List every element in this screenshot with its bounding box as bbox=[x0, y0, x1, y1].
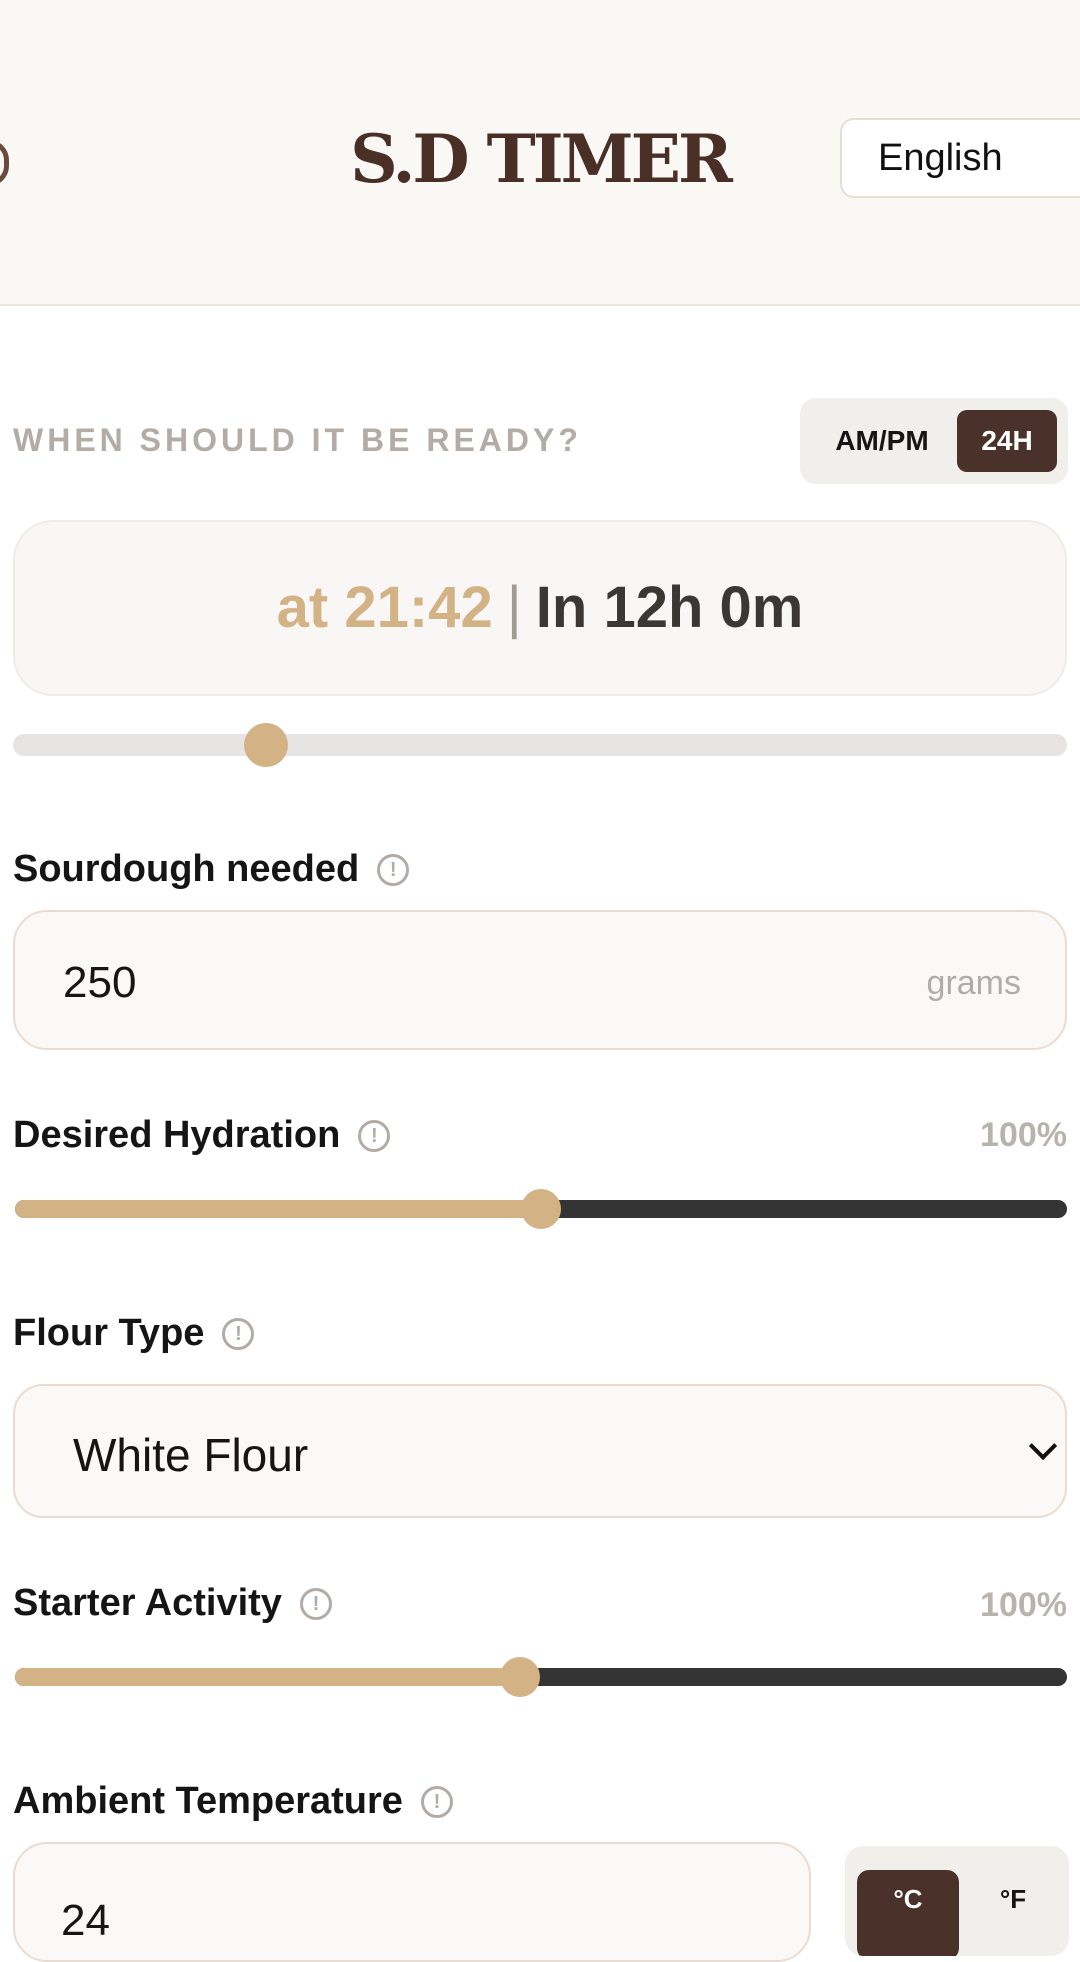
hydration-value: 100% bbox=[980, 1116, 1067, 1154]
hydration-label: Desired Hydration ! bbox=[13, 1114, 391, 1157]
starter-slider[interactable] bbox=[15, 1657, 1067, 1697]
temperature-label-text: Ambient Temperature bbox=[13, 1780, 403, 1822]
starter-slider-fill bbox=[15, 1668, 520, 1686]
ready-in-duration: In 12h 0m bbox=[535, 575, 804, 640]
info-icon[interactable]: ! bbox=[377, 853, 410, 886]
flour-type-select[interactable]: White Flour bbox=[13, 1384, 1067, 1518]
info-icon[interactable]: ! bbox=[420, 1785, 453, 1818]
starter-value: 100% bbox=[980, 1586, 1067, 1624]
temperature-input[interactable]: 24 bbox=[13, 1842, 811, 1962]
starter-label-text: Starter Activity bbox=[13, 1582, 282, 1624]
hydration-slider-thumb[interactable] bbox=[521, 1189, 561, 1229]
flour-label: Flour Type ! bbox=[13, 1312, 255, 1355]
temperature-value: 24 bbox=[61, 1896, 110, 1945]
ready-at-time: at 21:42 bbox=[276, 575, 493, 640]
hydration-slider[interactable] bbox=[15, 1189, 1067, 1229]
starter-label: Starter Activity ! bbox=[13, 1582, 332, 1625]
sourdough-value: 250 bbox=[63, 958, 137, 1007]
hydration-slider-fill bbox=[15, 1200, 541, 1218]
time-separator: | bbox=[506, 575, 522, 640]
app-header: S.D TIMER English bbox=[0, 0, 1080, 306]
app-logo: S.D TIMER bbox=[350, 120, 733, 198]
temperature-unit-toggle: °C °F bbox=[845, 1846, 1069, 1956]
ready-time-slider[interactable] bbox=[13, 723, 1067, 767]
sourdough-label-text: Sourdough needed bbox=[13, 848, 360, 890]
time-format-toggle: AM/PM 24H bbox=[800, 398, 1068, 484]
ready-time-slider-thumb[interactable] bbox=[243, 723, 288, 767]
flour-label-text: Flour Type bbox=[13, 1312, 205, 1354]
celsius-option[interactable]: °C bbox=[857, 1870, 959, 1956]
info-icon[interactable]: ! bbox=[358, 1119, 391, 1152]
ampm-option[interactable]: AM/PM bbox=[822, 410, 942, 472]
24h-option[interactable]: 24H bbox=[957, 410, 1057, 472]
chevron-down-icon bbox=[1028, 1431, 1058, 1461]
ready-section-label: WHEN SHOULD IT BE READY? bbox=[13, 422, 582, 458]
temperature-label: Ambient Temperature ! bbox=[13, 1780, 453, 1823]
fahrenheit-option[interactable]: °F bbox=[973, 1870, 1053, 1956]
menu-icon[interactable] bbox=[0, 140, 9, 186]
sourdough-input[interactable]: 250 grams bbox=[13, 910, 1067, 1050]
sourdough-unit: grams bbox=[926, 964, 1021, 1002]
sourdough-label: Sourdough needed ! bbox=[13, 848, 410, 891]
info-icon[interactable]: ! bbox=[222, 1317, 255, 1350]
language-select[interactable]: English bbox=[840, 118, 1080, 198]
ready-time-display: at 21:42 | In 12h 0m bbox=[13, 520, 1067, 696]
starter-slider-thumb[interactable] bbox=[499, 1657, 540, 1697]
flour-type-value: White Flour bbox=[73, 1429, 309, 1481]
info-icon[interactable]: ! bbox=[299, 1587, 332, 1620]
hydration-label-text: Desired Hydration bbox=[13, 1114, 341, 1156]
